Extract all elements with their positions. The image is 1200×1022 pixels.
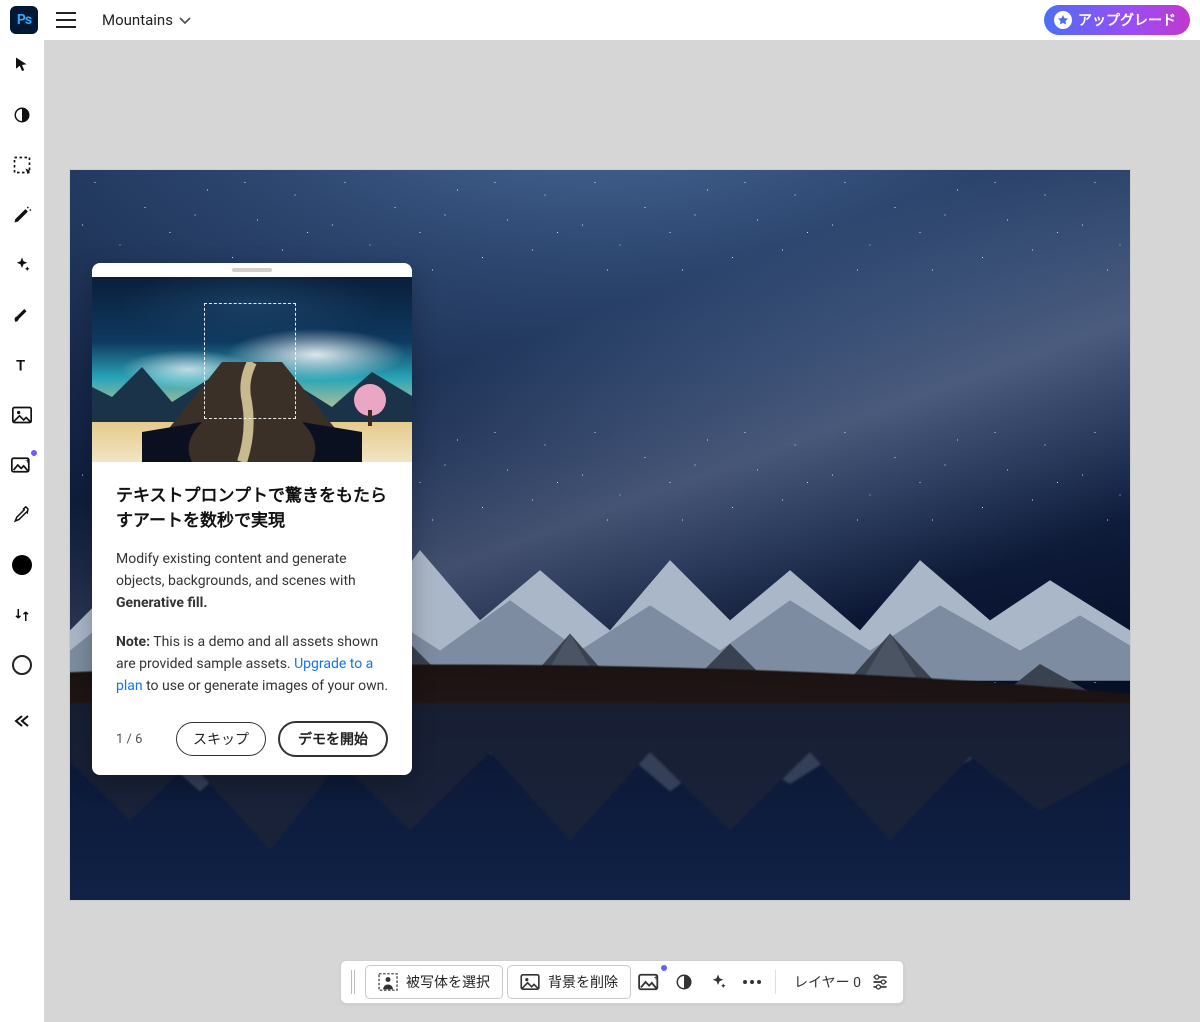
canvas-area: テキストプロンプトで驚きをもたらすアートを数秒で実現 Modify existi… xyxy=(44,40,1200,1022)
star-icon xyxy=(1054,11,1072,29)
separator xyxy=(775,970,776,994)
remove-bg-icon xyxy=(520,974,540,990)
select-subject-label: 被写体を選択 xyxy=(406,972,490,992)
popover-title: テキストプロンプトで驚きをもたらすアートを数秒で実現 xyxy=(116,484,388,533)
skip-button[interactable]: スキップ xyxy=(176,722,266,756)
svg-text:+: + xyxy=(25,456,29,465)
eyedropper-tool[interactable] xyxy=(9,502,35,528)
new-badge-icon xyxy=(660,964,668,972)
select-subject-button[interactable]: 被写体を選択 xyxy=(365,965,503,999)
brush-tool[interactable] xyxy=(9,302,35,328)
chevron-down-icon xyxy=(179,17,191,25)
sparkle-action-icon[interactable] xyxy=(703,967,733,997)
more-icon[interactable] xyxy=(737,967,767,997)
filename-text: Mountains xyxy=(102,11,173,29)
marquee-selection-icon xyxy=(204,303,296,419)
properties-icon xyxy=(871,974,889,990)
upgrade-label: アップグレード xyxy=(1078,10,1176,30)
grip-handle[interactable] xyxy=(351,970,355,994)
genfill-tool[interactable]: + xyxy=(9,452,35,478)
move-tool[interactable] xyxy=(9,52,35,78)
swap-colors-icon[interactable] xyxy=(9,602,35,628)
person-select-icon xyxy=(378,973,398,991)
genfill-action-icon[interactable]: + xyxy=(635,967,665,997)
select-tool[interactable] xyxy=(9,152,35,178)
popover-note-label: Note: xyxy=(116,634,150,650)
popover-body-bold: Generative fill. xyxy=(116,595,207,611)
collapse-icon[interactable] xyxy=(9,708,35,734)
background-swatch[interactable] xyxy=(9,652,35,678)
popover-hero-image xyxy=(92,277,412,462)
layer-chip[interactable]: レイヤー 0 xyxy=(784,972,895,992)
start-demo-button[interactable]: デモを開始 xyxy=(278,721,388,757)
layer-label: レイヤー 0 xyxy=(794,972,861,992)
svg-text:+: + xyxy=(654,972,659,982)
tool-strip: T + xyxy=(0,40,44,1022)
remove-bg-button[interactable]: 背景を削除 xyxy=(507,965,631,999)
menu-icon[interactable] xyxy=(56,12,76,28)
foreground-swatch[interactable] xyxy=(9,552,35,578)
popover-body-lead: Modify existing content and generate obj… xyxy=(116,551,356,589)
image-tool[interactable] xyxy=(9,402,35,428)
tutorial-popover: テキストプロンプトで驚きをもたらすアートを数秒で実現 Modify existi… xyxy=(92,263,412,775)
adjust-tool[interactable] xyxy=(9,102,35,128)
app-logo[interactable]: Ps xyxy=(10,6,38,34)
remove-bg-label: 背景を削除 xyxy=(548,972,618,992)
app-logo-text: Ps xyxy=(17,12,31,28)
adjust-action-icon[interactable] xyxy=(669,967,699,997)
new-badge-icon xyxy=(30,449,38,457)
top-bar: Ps Mountains アップグレード xyxy=(0,0,1200,40)
generative-tool[interactable] xyxy=(9,252,35,278)
drag-handle[interactable] xyxy=(92,263,412,277)
popover-note-b: to use or generate images of your own. xyxy=(143,678,388,694)
step-indicator: 1 / 6 xyxy=(116,732,142,747)
svg-text:T: T xyxy=(16,356,25,374)
upgrade-button[interactable]: アップグレード xyxy=(1044,5,1190,35)
popover-note: Note: This is a demo and all assets show… xyxy=(116,632,388,697)
action-bar: 被写体を選択 背景を削除 + レイヤー 0 xyxy=(340,960,904,1004)
popover-body: Modify existing content and generate obj… xyxy=(116,549,388,614)
retouch-tool[interactable] xyxy=(9,202,35,228)
text-tool[interactable]: T xyxy=(9,352,35,378)
filename-dropdown[interactable]: Mountains xyxy=(102,11,191,29)
